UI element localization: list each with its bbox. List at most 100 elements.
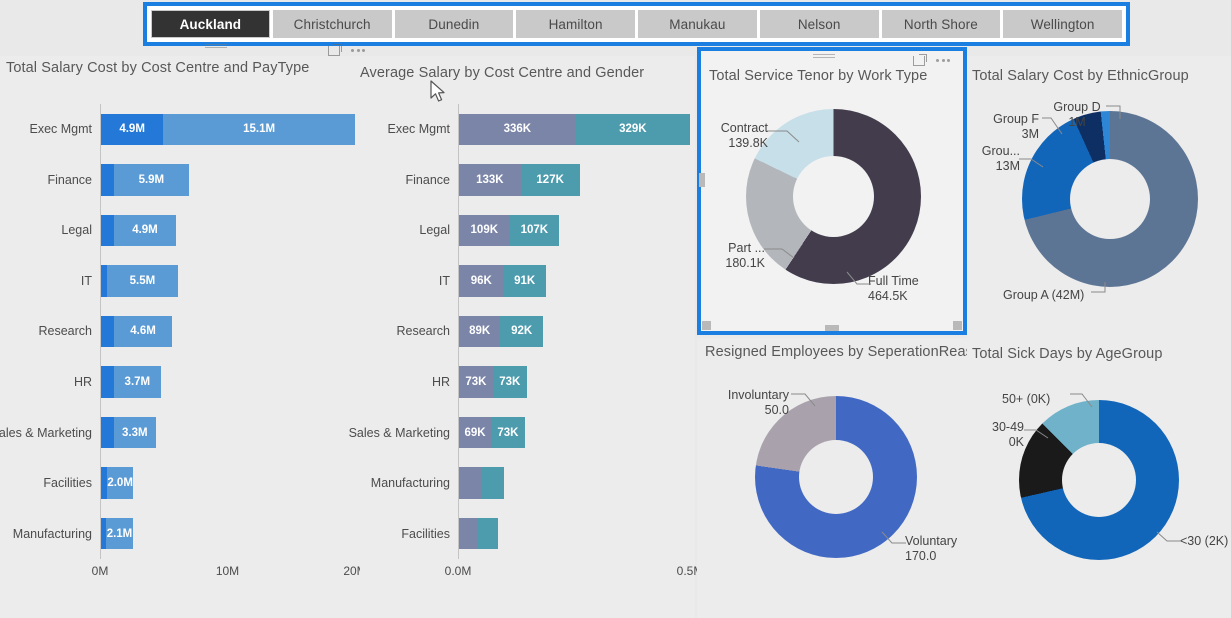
slicer-tab-auckland[interactable]: Auckland bbox=[151, 10, 270, 38]
bar-row[interactable]: Facilities bbox=[401, 518, 690, 550]
visual-service-tenor-by-worktype[interactable]: Total Service Tenor by Work Type Contrac… bbox=[697, 47, 967, 335]
bar-row[interactable]: HR 3.7M bbox=[74, 366, 355, 398]
bar-category-label: Manufacturing bbox=[12, 526, 92, 541]
bar-segment-female[interactable]: 69K bbox=[459, 416, 492, 449]
bar-segment-female[interactable]: 89K bbox=[459, 315, 501, 348]
leader-line-30-49 bbox=[1024, 428, 1050, 440]
bar-category-label: Facilities bbox=[43, 476, 92, 491]
bar-row[interactable]: IT 96K 91K bbox=[439, 265, 690, 297]
bar-row[interactable]: Legal 4.9M bbox=[61, 214, 355, 247]
bar-category-label: Exec Mgmt bbox=[387, 122, 450, 137]
resize-handle-bottom[interactable] bbox=[825, 325, 839, 331]
visual-avg-salary-by-gender[interactable]: Average Salary by Cost Centre and Gender… bbox=[349, 56, 703, 618]
donut-label-involuntary: Involuntary 50.0 bbox=[727, 388, 789, 418]
bar-segment-hourly[interactable] bbox=[101, 214, 114, 247]
bar-segment-salary[interactable]: 2.0M bbox=[107, 467, 133, 499]
x-axis-tick: 10M bbox=[215, 564, 240, 578]
bar-segment-hourly[interactable] bbox=[101, 315, 114, 348]
drag-handle-icon[interactable] bbox=[205, 43, 227, 49]
resize-handle-bottom-right[interactable] bbox=[953, 321, 962, 330]
visual-sick-days-by-agegroup[interactable]: Total Sick Days by AgeGroup 50+ (0K) 30-… bbox=[967, 338, 1231, 618]
slicer-tab-christchurch[interactable]: Christchurch bbox=[272, 10, 392, 38]
resize-handle-bottom-left[interactable] bbox=[702, 321, 711, 330]
bar-segment-salary[interactable]: 5.9M bbox=[113, 164, 189, 196]
leader-line-full-time bbox=[846, 271, 873, 288]
bar-category-label: Finance bbox=[47, 172, 92, 187]
bar-segment-female[interactable]: 73K bbox=[459, 366, 493, 398]
visual-header-service-tenor bbox=[813, 53, 835, 59]
visual-title: Total Salary Cost by EthnicGroup bbox=[972, 68, 1189, 84]
city-slicer[interactable]: Auckland Christchurch Dunedin Hamilton Manuk… bbox=[143, 2, 1130, 46]
visual-resigned-by-separationreason[interactable]: Resigned Employees by SeperationReason I… bbox=[697, 338, 989, 618]
bar-row[interactable]: HR 73K 73K bbox=[432, 366, 690, 398]
slicer-tab-manukau[interactable]: Manukau bbox=[638, 10, 757, 38]
bar-row[interactable]: Finance 133K 127K bbox=[406, 164, 690, 196]
bar-row[interactable]: Exec Mgmt 336K 329K bbox=[387, 113, 690, 145]
bar-row[interactable]: IT 5.5M bbox=[81, 265, 355, 297]
leader-line-group-b bbox=[1019, 157, 1045, 169]
donut-label-contract: Contract 139.8K bbox=[720, 121, 768, 151]
donut-hole bbox=[799, 440, 873, 514]
slicer-tab-wellington[interactable]: Wellington bbox=[1003, 10, 1122, 38]
bar-segment-hourly[interactable] bbox=[101, 416, 114, 449]
focus-mode-icon[interactable] bbox=[913, 54, 927, 66]
donut-hole bbox=[1062, 443, 1136, 517]
donut-label-voluntary: Voluntary 170.0 bbox=[905, 534, 958, 564]
bar-row[interactable]: Sales & Marketing 69K 73K bbox=[349, 416, 690, 449]
bar-segment-salary[interactable]: 3.3M bbox=[113, 416, 156, 449]
donut-label-group-a: Group A (42M) bbox=[1003, 288, 1085, 302]
drag-handle-icon[interactable] bbox=[813, 53, 835, 59]
bar-segment-female[interactable]: 133K bbox=[459, 164, 521, 196]
bar-segment-male[interactable]: 329K bbox=[575, 113, 690, 145]
bar-segment-male[interactable]: 92K bbox=[500, 315, 543, 348]
bar-segment-male[interactable] bbox=[482, 467, 505, 499]
bar-segment-male[interactable]: 91K bbox=[503, 265, 546, 297]
bar-segment-salary[interactable]: 15.1M bbox=[163, 113, 355, 145]
leader-line-group-d bbox=[1106, 103, 1126, 121]
bar-segment-female[interactable]: 336K bbox=[459, 113, 576, 145]
bar-segment-female[interactable] bbox=[459, 467, 483, 499]
visual-salary-cost-by-costcentre[interactable]: Total Salary Cost by Cost Centre and Pay… bbox=[0, 56, 367, 618]
bar-segment-male[interactable]: 73K bbox=[491, 416, 525, 449]
bar-segment-female[interactable]: 96K bbox=[459, 265, 504, 297]
more-options-icon[interactable] bbox=[936, 58, 950, 62]
report-page: Auckland Christchurch Dunedin Hamilton Manuk… bbox=[0, 0, 1231, 618]
bar-row[interactable]: Research 4.6M bbox=[39, 315, 355, 348]
bar-segment-salary[interactable]: 2.1M bbox=[106, 518, 133, 550]
bar-segment-salary[interactable]: 5.5M bbox=[107, 265, 178, 297]
bar-segment-hourly[interactable] bbox=[101, 164, 114, 196]
bar-segment-female[interactable]: 109K bbox=[459, 214, 510, 247]
resize-handle-left[interactable] bbox=[699, 173, 705, 187]
bar-segment-female[interactable] bbox=[459, 518, 479, 550]
bar-row[interactable]: Sales & Marketing 3.3M bbox=[0, 416, 355, 449]
bar-segment-salary[interactable]: 4.6M bbox=[113, 315, 173, 348]
bar-row[interactable]: Legal 109K 107K bbox=[419, 214, 690, 247]
slicer-tab-north-shore[interactable]: North Shore bbox=[881, 10, 1001, 38]
visual-title: Resigned Employees by SeperationReason bbox=[705, 344, 990, 360]
bar-segment-male[interactable] bbox=[478, 518, 498, 550]
bar-row[interactable]: Manufacturing bbox=[371, 467, 690, 499]
bar-row[interactable]: Exec Mgmt 4.9M 15.1M bbox=[29, 113, 355, 145]
bar-segment-salary[interactable]: 3.7M bbox=[113, 366, 161, 398]
focus-mode-icon[interactable] bbox=[328, 44, 342, 56]
bar-segment-hourly[interactable]: 4.9M bbox=[101, 113, 164, 145]
donut-label-part-time: Part ... 180.1K bbox=[725, 241, 765, 271]
bar-category-label: Sales & Marketing bbox=[0, 425, 92, 440]
bar-segment-male[interactable]: 127K bbox=[520, 164, 580, 196]
bar-segment-male[interactable]: 107K bbox=[509, 214, 560, 247]
donut-label-full-time: Full Time 464.5K bbox=[868, 274, 919, 304]
bar-segment-salary[interactable]: 4.9M bbox=[113, 214, 177, 247]
bar-row[interactable]: Research 89K 92K bbox=[397, 315, 690, 348]
more-options-icon[interactable] bbox=[351, 48, 365, 52]
bar-row[interactable]: Manufacturing 2.1M bbox=[13, 518, 355, 550]
bar-row[interactable]: Facilities 2.0M bbox=[43, 467, 355, 499]
bar-segment-male[interactable]: 73K bbox=[492, 366, 527, 398]
bar-row[interactable]: Finance 5.9M bbox=[48, 164, 355, 196]
x-axis-tick: 0.0M bbox=[444, 564, 472, 578]
slicer-tab-hamilton[interactable]: Hamilton bbox=[516, 10, 635, 38]
bar-category-label: Research bbox=[396, 324, 451, 339]
slicer-tab-dunedin[interactable]: Dunedin bbox=[394, 10, 514, 38]
visual-salary-cost-by-ethnicgroup[interactable]: Total Salary Cost by EthnicGroup Group D… bbox=[967, 56, 1231, 338]
slicer-tab-nelson[interactable]: Nelson bbox=[759, 10, 879, 38]
bar-segment-hourly[interactable] bbox=[101, 366, 114, 398]
